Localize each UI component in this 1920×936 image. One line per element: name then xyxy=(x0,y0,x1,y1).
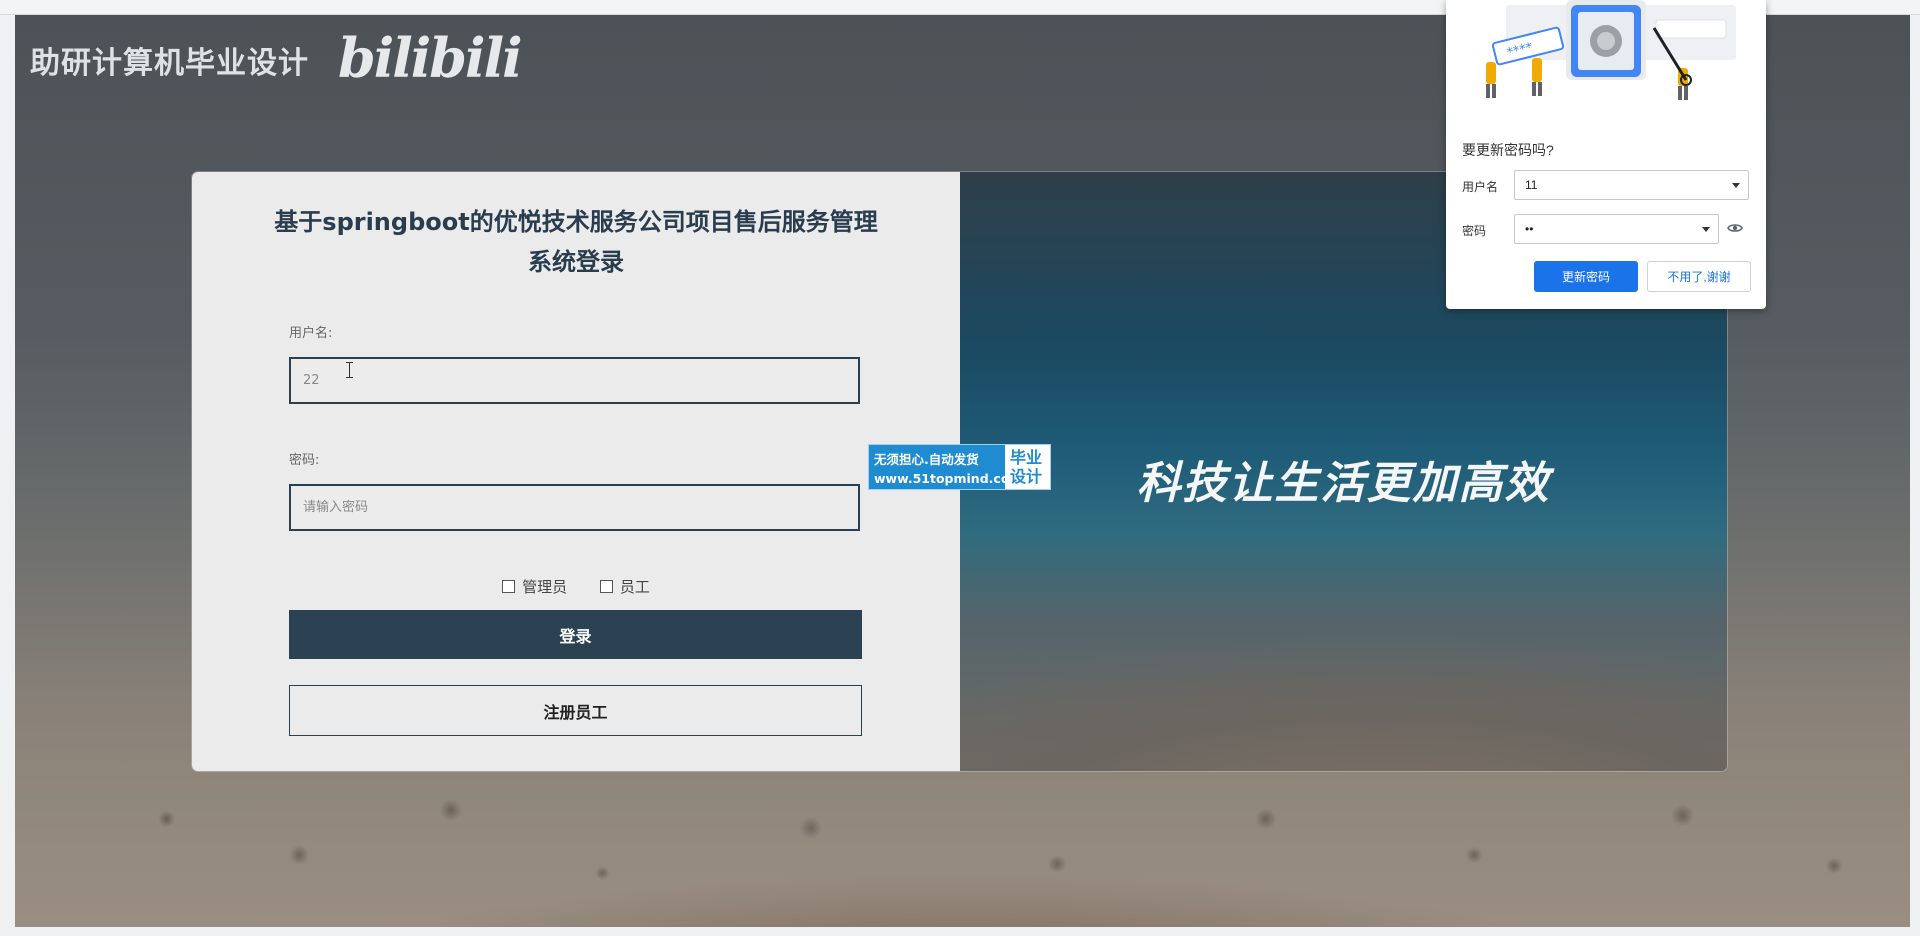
password-input[interactable]: 请输入密码 xyxy=(289,484,860,531)
admin-label: 管理员 xyxy=(522,578,568,596)
login-button[interactable]: 登录 xyxy=(289,610,862,659)
page-title: 基于springboot的优悦技术服务公司项目售后服务管理系统登录 xyxy=(274,208,878,276)
safe-illustration-icon: **** xyxy=(1486,0,1736,100)
update-password-button[interactable]: 更新密码 xyxy=(1534,261,1638,292)
bilibili-logo: bilibili xyxy=(338,26,523,90)
popup-question: 要更新密码吗? xyxy=(1462,142,1554,158)
role-admin[interactable]: 管理员 xyxy=(502,576,567,597)
username-input[interactable]: 22 xyxy=(289,357,860,404)
employee-label: 员工 xyxy=(619,578,650,596)
popup-password-label: 密码 xyxy=(1462,224,1487,238)
eye-icon[interactable] xyxy=(1727,222,1743,234)
login-panel: 基于springboot的优悦技术服务公司项目售后服务管理系统登录 用户名: 2… xyxy=(192,172,960,771)
popup-username-label: 用户名 xyxy=(1462,180,1499,194)
popup-password-value: •• xyxy=(1525,222,1534,236)
role-selector: 管理员 员工 xyxy=(192,576,960,597)
watermark-line2: www.51topmind.com xyxy=(874,471,1023,486)
password-update-popup: **** 要更新密码吗? 用户名 11 密码 •• 更新密码 不用了,谢谢 xyxy=(1446,0,1766,309)
text-cursor-icon xyxy=(346,362,353,378)
admin-checkbox[interactable] xyxy=(502,580,516,593)
hero-tagline: 科技让生活更加高效 xyxy=(1136,458,1551,509)
watermark-line1: 无须担心.自动发货 xyxy=(874,452,979,467)
popup-username-value: 11 xyxy=(1525,178,1538,192)
password-illustration: **** xyxy=(1446,0,1766,120)
popup-password-select[interactable]: •• xyxy=(1514,214,1719,244)
password-label: 密码: xyxy=(289,453,320,468)
brand-text: 助研计算机毕业设计 xyxy=(30,46,309,81)
popup-username-select[interactable]: 11 xyxy=(1514,170,1749,200)
role-employee[interactable]: 员工 xyxy=(599,576,650,597)
chevron-down-icon xyxy=(1732,183,1740,188)
register-button[interactable]: 注册员工 xyxy=(289,685,862,736)
dismiss-button[interactable]: 不用了,谢谢 xyxy=(1647,261,1751,292)
username-label: 用户名: xyxy=(289,326,333,341)
watermark-text: 无须担心.自动发货 www.51topmind.com xyxy=(869,445,1023,489)
chevron-down-icon xyxy=(1702,227,1710,232)
watermark-side: 毕业设计 xyxy=(1005,445,1050,489)
employee-checkbox[interactable] xyxy=(599,580,613,593)
watermark-badge: 无须担心.自动发货 www.51topmind.com 毕业设计 xyxy=(868,444,1051,490)
